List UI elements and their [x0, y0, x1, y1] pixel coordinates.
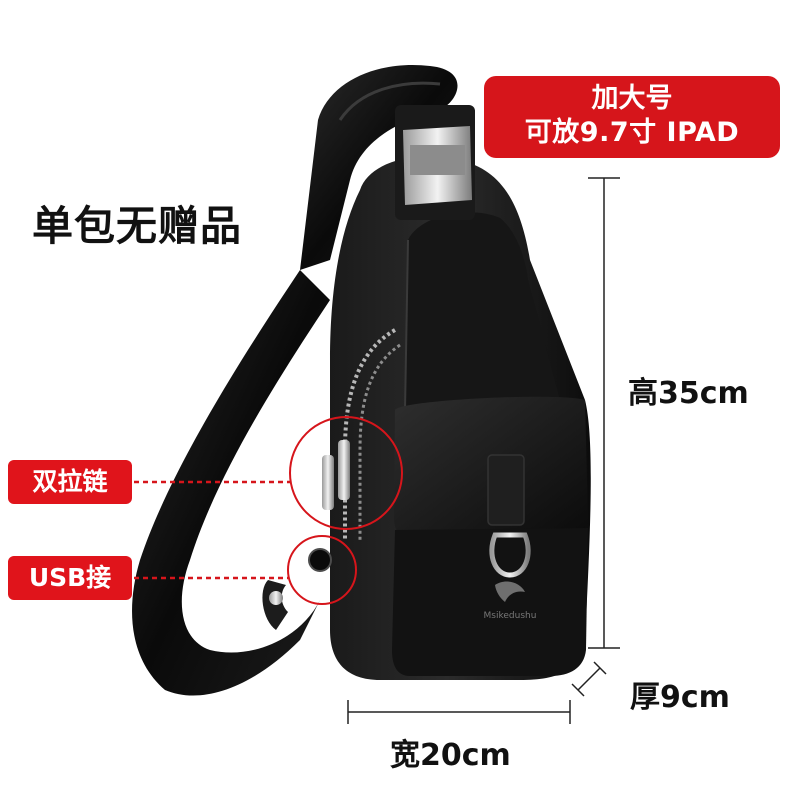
badge-line-size: 加大号 — [591, 83, 673, 114]
usb-highlight-circle — [287, 535, 357, 605]
capacity-badge: 加大号 可放9.7寸 IPAD — [484, 76, 780, 158]
thickness-dim-line — [577, 667, 601, 691]
badge-line-capacity: 可放9.7寸 IPAD — [524, 117, 740, 148]
thickness-label: 厚9cm — [630, 680, 730, 715]
width-label: 宽20cm — [390, 738, 511, 773]
height-label: 高35cm — [628, 376, 749, 411]
headline: 单包无赠品 — [32, 202, 242, 250]
usb-feature-tag: USB接口 — [8, 556, 132, 636]
zipper-feature-tag: 双拉链 — [8, 460, 132, 504]
zipper-highlight-circle — [289, 416, 403, 530]
